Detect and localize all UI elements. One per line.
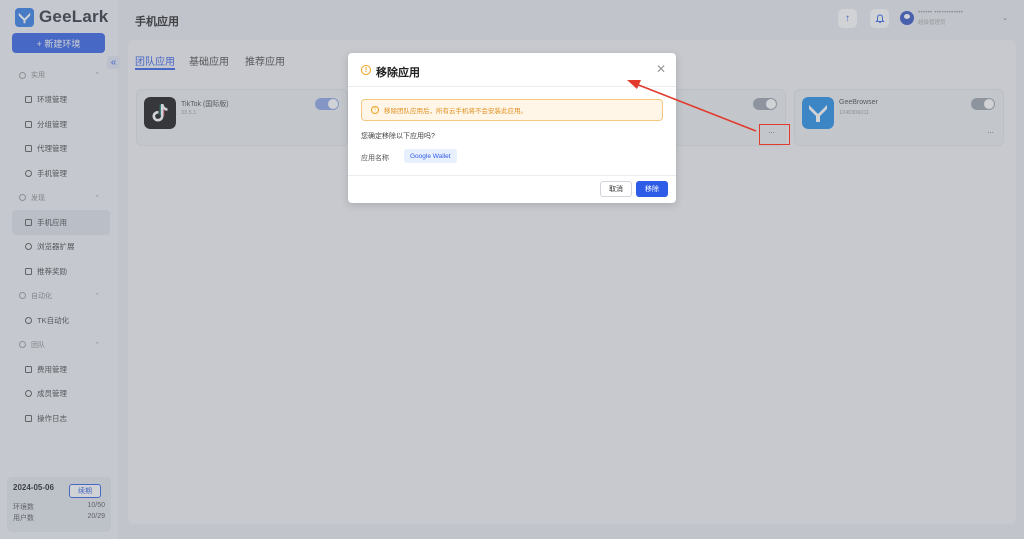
- app-name-label: 应用名称: [361, 155, 389, 162]
- remove-app-dialog: ! 移除应用 ✕ ! 移除团队应用后，所有云手机将不会安装此应用。 您确定移除以…: [348, 53, 676, 203]
- warning-icon: !: [361, 65, 371, 75]
- remove-button[interactable]: 移除: [636, 181, 668, 197]
- app-name-chip: Google Wallet: [404, 149, 457, 163]
- cancel-button[interactable]: 取消: [600, 181, 632, 197]
- warning-alert: ! 移除团队应用后，所有云手机将不会安装此应用。: [361, 99, 663, 121]
- annotation-highlight-box: [759, 124, 790, 145]
- info-icon: !: [371, 106, 379, 114]
- dialog-title: 移除应用: [376, 67, 420, 79]
- dialog-footer-divider: [348, 175, 676, 176]
- dialog-header: ! 移除应用 ✕: [348, 53, 676, 87]
- confirm-question: 您确定移除以下应用吗?: [361, 133, 435, 140]
- close-icon[interactable]: ✕: [656, 62, 666, 76]
- alert-text: 移除团队应用后，所有云手机将不会安装此应用。: [384, 108, 527, 115]
